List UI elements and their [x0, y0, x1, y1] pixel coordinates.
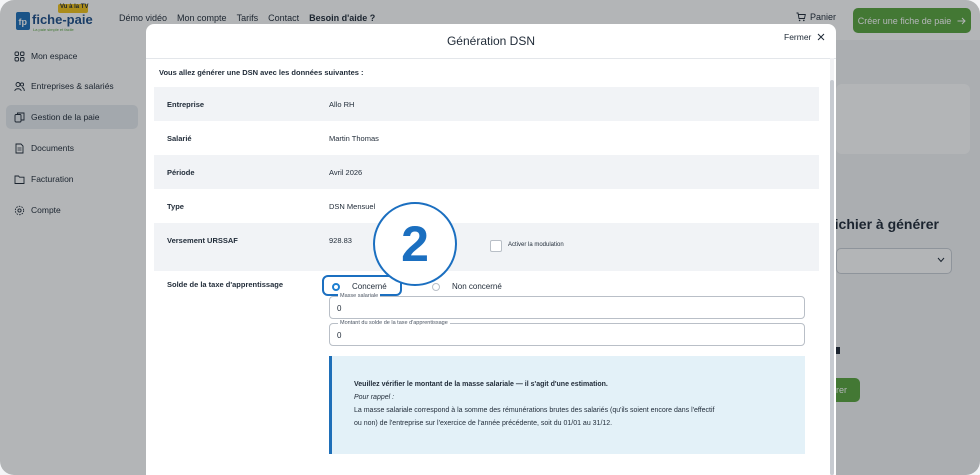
info-body-line2: ou non) de l'entreprise sur l'exercice d… [354, 420, 613, 427]
close-button[interactable]: Fermer [784, 32, 825, 42]
summary-row-type: Type DSN Mensuel [154, 189, 819, 223]
info-heading: Veuillez vérifier le montant de la masse… [354, 381, 608, 388]
row-value: DSN Mensuel [329, 202, 376, 211]
summary-row-periode: Période Avril 2026 [154, 155, 819, 189]
radio-non-concerne-label[interactable]: Non concerné [452, 282, 502, 291]
info-alert: Veuillez vérifier le montant de la masse… [329, 356, 805, 454]
close-icon [818, 33, 825, 41]
app-window: fp Vu à la TV fiche-paie La paie simple … [0, 0, 980, 475]
montant-solde-field[interactable]: Montant du solde de la taxe d'apprentiss… [329, 319, 805, 346]
divider [146, 58, 836, 59]
dsn-modal: Génération DSN Fermer Vous allez générer… [146, 24, 836, 475]
field-legend: Masse salariale [338, 292, 381, 300]
info-body-line1: La masse salariale correspond à la somme… [354, 407, 715, 414]
row-label: Période [167, 168, 195, 177]
field-value: 0 [337, 331, 342, 340]
radio-non-concerne[interactable] [432, 283, 440, 291]
modal-intro: Vous allez générer une DSN avec les donn… [159, 68, 364, 77]
row-label: Type [167, 202, 184, 211]
row-value: 928.83 [329, 236, 352, 245]
row-value: Avril 2026 [329, 168, 363, 177]
row-value: Martin Thomas [329, 134, 379, 143]
summary-row-entreprise: Entreprise Allo RH [154, 87, 819, 121]
modulation-checkbox[interactable] [490, 240, 502, 252]
summary-row-salarie: Salarié Martin Thomas [154, 121, 819, 155]
close-label: Fermer [784, 32, 812, 42]
row-label: Entreprise [167, 100, 205, 109]
row-label: Versement URSSAF [167, 236, 238, 245]
info-reminder: Pour rappel : [354, 394, 395, 401]
scrollbar-thumb[interactable] [830, 80, 834, 475]
row-label: Salarié [167, 134, 192, 143]
modal-title: Génération DSN [446, 34, 536, 48]
field-value: 0 [337, 304, 342, 313]
row-value: Allo RH [329, 100, 355, 109]
field-legend: Montant du solde de la taxe d'apprentiss… [338, 319, 450, 327]
solde-label: Solde de la taxe d'apprentissage [167, 280, 283, 289]
modulation-label: Activer la modulation [508, 242, 564, 248]
step-number-badge: 2 [373, 202, 457, 286]
summary-row-versement: Versement URSSAF 928.83 [154, 223, 819, 271]
masse-salariale-field[interactable]: Masse salariale 0 [329, 292, 805, 319]
